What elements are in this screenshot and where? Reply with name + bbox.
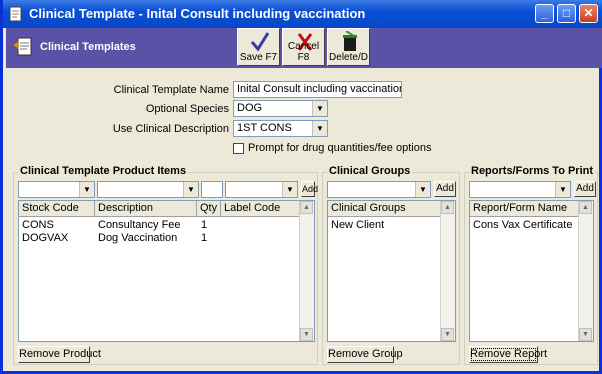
list-item[interactable]: Cons Vax Certificate <box>473 219 572 232</box>
groups-scrollbar[interactable]: ▲ ▼ <box>440 201 455 341</box>
reports-group: Reports/Forms To Print ▼ Add Report/Form… <box>464 165 598 365</box>
table-cell[interactable]: Consultancy Fee <box>98 219 181 232</box>
app-icon <box>9 6 22 22</box>
app-window: Clinical Template - Inital Consult inclu… <box>0 0 602 374</box>
maximize-icon[interactable]: □ <box>557 4 576 23</box>
minimize-icon[interactable]: _ <box>535 4 554 23</box>
template-name-field[interactable]: Inital Consult including vaccination <box>233 81 402 98</box>
product-scrollbar[interactable]: ▲ ▼ <box>299 201 314 341</box>
table-cell[interactable]: 1 <box>201 219 207 232</box>
add-product-button[interactable]: Add <box>301 181 318 197</box>
scroll-up-icon[interactable]: ▲ <box>579 201 592 214</box>
column-header[interactable]: Label Code <box>221 201 301 217</box>
product-items-title: Clinical Template Product Items <box>18 165 189 177</box>
scroll-down-icon[interactable]: ▼ <box>441 328 454 341</box>
template-name-label: Clinical Template Name <box>113 84 229 96</box>
delete-button[interactable]: Delete/D <box>327 28 370 66</box>
cancel-label: Cancel F8 <box>287 41 320 63</box>
module-title: Clinical Templates <box>40 41 136 53</box>
save-label: Save F7 <box>239 52 278 63</box>
reports-table[interactable]: Report/Form Name Cons Vax Certificate ▲ … <box>469 200 594 342</box>
chevron-down-icon[interactable]: ▼ <box>312 121 327 136</box>
close-icon[interactable]: ✕ <box>579 4 598 23</box>
clinical-group-select[interactable]: ▼ <box>327 181 431 198</box>
description-label: Use Clinical Description <box>112 123 229 135</box>
chevron-down-icon[interactable]: ▼ <box>282 182 297 197</box>
add-report-button[interactable]: Add <box>574 181 596 197</box>
chevron-down-icon[interactable]: ▼ <box>415 182 430 197</box>
delete-label: Delete/D <box>329 52 368 63</box>
reports-title: Reports/Forms To Print <box>469 165 596 177</box>
species-value: DOG <box>237 102 263 114</box>
table-cell[interactable]: 1 <box>201 232 207 245</box>
module-header: Clinical Templates Save F7 Cancel F8 Del… <box>6 28 602 68</box>
product-items-group: Clinical Template Product Items ▼ ▼ ▼ Ad… <box>13 165 318 365</box>
description-select[interactable]: 1ST CONS ▼ <box>233 120 328 137</box>
stock-code-select[interactable]: ▼ <box>18 181 95 198</box>
clinical-groups-table[interactable]: Clinical Groups New Client ▲ ▼ <box>327 200 456 342</box>
add-group-button[interactable]: Add <box>434 181 456 197</box>
product-items-table[interactable]: Stock Code Description Qty Label Code CO… <box>18 200 315 342</box>
table-cell[interactable]: Dog Vaccination <box>98 232 177 245</box>
scroll-up-icon[interactable]: ▲ <box>441 201 454 214</box>
remove-group-button[interactable]: Remove Group <box>327 346 403 363</box>
description-value: 1ST CONS <box>237 122 292 134</box>
checkmark-icon <box>250 32 270 52</box>
title-bar[interactable]: Clinical Template - Inital Consult inclu… <box>3 0 602 28</box>
column-header[interactable]: Description <box>95 201 197 217</box>
trash-can-icon <box>343 31 357 51</box>
save-button[interactable]: Save F7 <box>237 28 280 66</box>
chevron-down-icon[interactable]: ▼ <box>312 101 327 116</box>
chevron-down-icon[interactable]: ▼ <box>555 182 570 197</box>
clinical-groups-group: Clinical Groups ▼ Add Clinical Groups Ne… <box>322 165 460 365</box>
column-header[interactable]: Stock Code <box>19 201 95 217</box>
remove-report-button[interactable]: Remove Report <box>469 346 547 363</box>
label-code-select[interactable]: ▼ <box>225 181 298 198</box>
scroll-down-icon[interactable]: ▼ <box>300 328 313 341</box>
clinical-groups-title: Clinical Groups <box>327 165 413 177</box>
column-header[interactable]: Clinical Groups <box>328 201 442 217</box>
table-cell[interactable]: CONS <box>22 219 54 232</box>
prompt-checkbox[interactable] <box>233 143 244 154</box>
scroll-up-icon[interactable]: ▲ <box>300 201 313 214</box>
window-title: Clinical Template - Inital Consult inclu… <box>29 6 366 21</box>
species-label: Optional Species <box>145 103 229 115</box>
remove-product-button[interactable]: Remove Product <box>18 346 101 363</box>
species-select[interactable]: DOG ▼ <box>233 100 328 117</box>
column-header[interactable]: Qty <box>197 201 221 217</box>
template-icon <box>12 37 32 56</box>
description-filter-select[interactable]: ▼ <box>97 181 199 198</box>
column-header[interactable]: Report/Form Name <box>470 201 580 217</box>
scroll-down-icon[interactable]: ▼ <box>579 328 592 341</box>
reports-scrollbar[interactable]: ▲ ▼ <box>578 201 593 341</box>
qty-input[interactable] <box>201 181 223 198</box>
table-cell[interactable]: DOGVAX <box>22 232 68 245</box>
report-select[interactable]: ▼ <box>469 181 571 198</box>
chevron-down-icon[interactable]: ▼ <box>183 182 198 197</box>
cancel-button[interactable]: Cancel F8 <box>282 28 325 66</box>
list-item[interactable]: New Client <box>331 219 384 232</box>
prompt-checkbox-label: Prompt for drug quantities/fee options <box>248 142 432 154</box>
chevron-down-icon[interactable]: ▼ <box>79 182 94 197</box>
